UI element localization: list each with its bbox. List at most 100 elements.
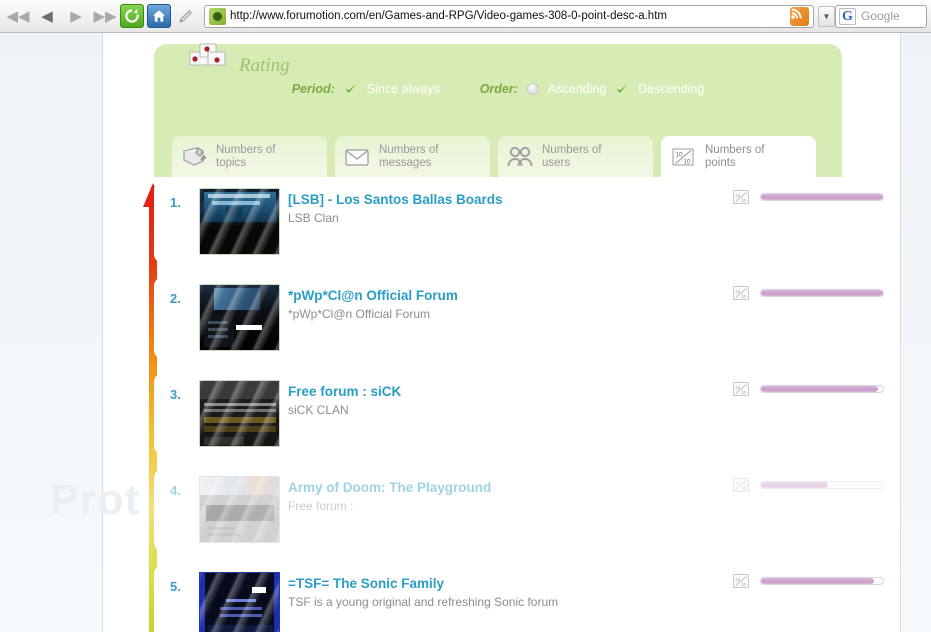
svg-text:10: 10 [741, 390, 747, 395]
forum-description: LSB Clan [288, 211, 339, 225]
rating-dice-icon [186, 40, 234, 70]
tab-numbers-of-topics[interactable]: Numbers of topics [172, 136, 327, 177]
lsb-thumbnail[interactable] [199, 188, 280, 255]
forum-title-link[interactable]: =TSF= The Sonic Family [288, 576, 444, 591]
tab-messages-line2: messages [379, 156, 432, 169]
svg-text:10: 10 [741, 486, 747, 491]
order-ascending-label[interactable]: Ascending [548, 82, 606, 96]
row-rank: 2. [170, 291, 181, 306]
table-row[interactable]: 1. [LSB] - Los Santos Ballas Boards LSB … [154, 181, 884, 263]
tab-users-line2: users [542, 156, 571, 169]
forum-description: Free forum : [288, 499, 354, 513]
page-viewport: Prot s! Rating Period: Since always Orde… [0, 33, 931, 632]
sick-thumbnail[interactable] [199, 380, 280, 447]
back-all-icon[interactable]: ◀◀ [4, 3, 32, 29]
tab-users-label: Numbers of users [542, 144, 601, 170]
tsf-thumbnail[interactable] [199, 572, 280, 632]
search-box[interactable]: G Google [835, 4, 927, 28]
address-dropdown-icon[interactable]: ▼ [818, 5, 835, 27]
edit-pencil-icon[interactable] [174, 4, 198, 28]
tab-topics-line1: Numbers of [216, 143, 276, 156]
points-icon: 10 10 [733, 382, 749, 396]
order-descending-check-icon[interactable] [615, 82, 629, 96]
points-bar [760, 577, 884, 585]
order-descending-label[interactable]: Descending [638, 82, 704, 96]
table-row[interactable]: 3. Free forum : siCK siCK CLAN 10 10 [154, 373, 884, 455]
svg-text:10: 10 [741, 582, 747, 587]
forum-description: *pWp*Cl@n Official Forum [288, 307, 430, 321]
svg-text:10: 10 [735, 193, 741, 198]
ranking-list: 1. [LSB] - Los Santos Ballas Boards LSB … [143, 177, 884, 632]
tab-points-label: Numbers of points [705, 144, 764, 170]
page-left-gutter [0, 33, 103, 632]
row-rank: 5. [170, 579, 181, 594]
points-bar-fill [761, 578, 875, 584]
svg-text:10: 10 [676, 151, 684, 158]
aod-thumbnail[interactable] [199, 476, 280, 543]
tab-topics-line2: topics [216, 156, 247, 169]
home-icon[interactable] [147, 4, 171, 28]
forward-all-icon[interactable]: ▶▶ [91, 3, 119, 29]
tab-messages-line1: Numbers of [379, 143, 439, 156]
points-bar [760, 481, 884, 489]
tab-points-line1: Numbers of [705, 143, 765, 156]
period-label: Period: [291, 82, 335, 96]
table-row[interactable]: 2. *pWp*Cl@n Official Forum *pWp*Cl@n Of… [154, 277, 884, 359]
reload-icon[interactable] [120, 4, 144, 28]
svg-text:10: 10 [735, 481, 741, 486]
forum-title-link[interactable]: *pWp*Cl@n Official Forum [288, 288, 458, 303]
url-text[interactable]: http://www.forumotion.com/en/Games-and-R… [230, 10, 790, 22]
tab-numbers-of-messages[interactable]: Numbers of messages [335, 136, 490, 177]
topics-icon [180, 144, 208, 170]
google-logo-icon: G [839, 7, 856, 25]
points-bar-fill [761, 290, 883, 296]
row-rank: 4. [170, 483, 181, 498]
period-check-icon[interactable] [344, 82, 358, 96]
points-icon: 10 10 [669, 144, 697, 170]
tab-numbers-of-points[interactable]: 10 10 Numbers of points [661, 136, 816, 177]
tab-points-line2: points [705, 156, 736, 169]
svg-text:10: 10 [735, 289, 741, 294]
envelope-icon [343, 144, 371, 170]
tab-topics-label: Numbers of topics [216, 144, 275, 170]
forum-description: TSF is a young original and refreshing S… [288, 595, 559, 609]
search-input[interactable]: Google [861, 9, 900, 23]
tab-users-line1: Numbers of [542, 143, 602, 156]
users-icon [506, 144, 534, 170]
address-bar[interactable]: http://www.forumotion.com/en/Games-and-R… [204, 4, 814, 28]
svg-text:10: 10 [741, 198, 747, 203]
table-row[interactable]: 4. Army of Doom: The Playground Free for… [154, 469, 884, 551]
site-favicon-icon [209, 7, 226, 25]
points-bar-fill [761, 482, 829, 488]
browser-toolbar: ◀◀ ◀ ▶ ▶▶ http://www.forumotion.com/en/G… [0, 0, 931, 33]
svg-text:10: 10 [735, 385, 741, 390]
table-row[interactable]: 5. =TSF= The Sonic Family TSF is a young… [154, 565, 884, 632]
rating-controls: Period: Since always Order: Ascending De… [154, 82, 842, 96]
svg-text:10: 10 [684, 158, 692, 165]
rating-title: Rating [239, 55, 290, 76]
rss-feed-icon[interactable] [790, 6, 809, 26]
points-bar-fill [761, 386, 879, 392]
tab-numbers-of-users[interactable]: Numbers of users [498, 136, 653, 177]
tab-messages-label: Numbers of messages [379, 144, 438, 170]
tab-bar: Numbers of topics Numbers of messages Nu… [154, 130, 842, 177]
forum-title-link[interactable]: Free forum : siCK [288, 384, 401, 399]
back-icon[interactable]: ◀ [33, 3, 61, 29]
row-rank: 3. [170, 387, 181, 402]
rating-panel: Rating Period: Since always Order: Ascen… [154, 43, 842, 130]
points-bar [760, 193, 884, 201]
pwp-thumbnail[interactable] [199, 284, 280, 351]
svg-text:10: 10 [741, 294, 747, 299]
points-bar [760, 289, 884, 297]
row-rank: 1. [170, 195, 181, 210]
period-value[interactable]: Since always [367, 82, 440, 96]
order-label: Order: [479, 82, 518, 96]
points-icon: 10 10 [733, 190, 749, 204]
forward-icon[interactable]: ▶ [62, 3, 90, 29]
forum-title-link[interactable]: Army of Doom: The Playground [288, 480, 491, 495]
points-bar [760, 385, 884, 393]
forum-title-link[interactable]: [LSB] - Los Santos Ballas Boards [288, 192, 503, 207]
page-right-gutter [900, 33, 931, 632]
order-ascending-radio[interactable] [526, 83, 539, 95]
points-icon: 10 10 [733, 478, 749, 492]
